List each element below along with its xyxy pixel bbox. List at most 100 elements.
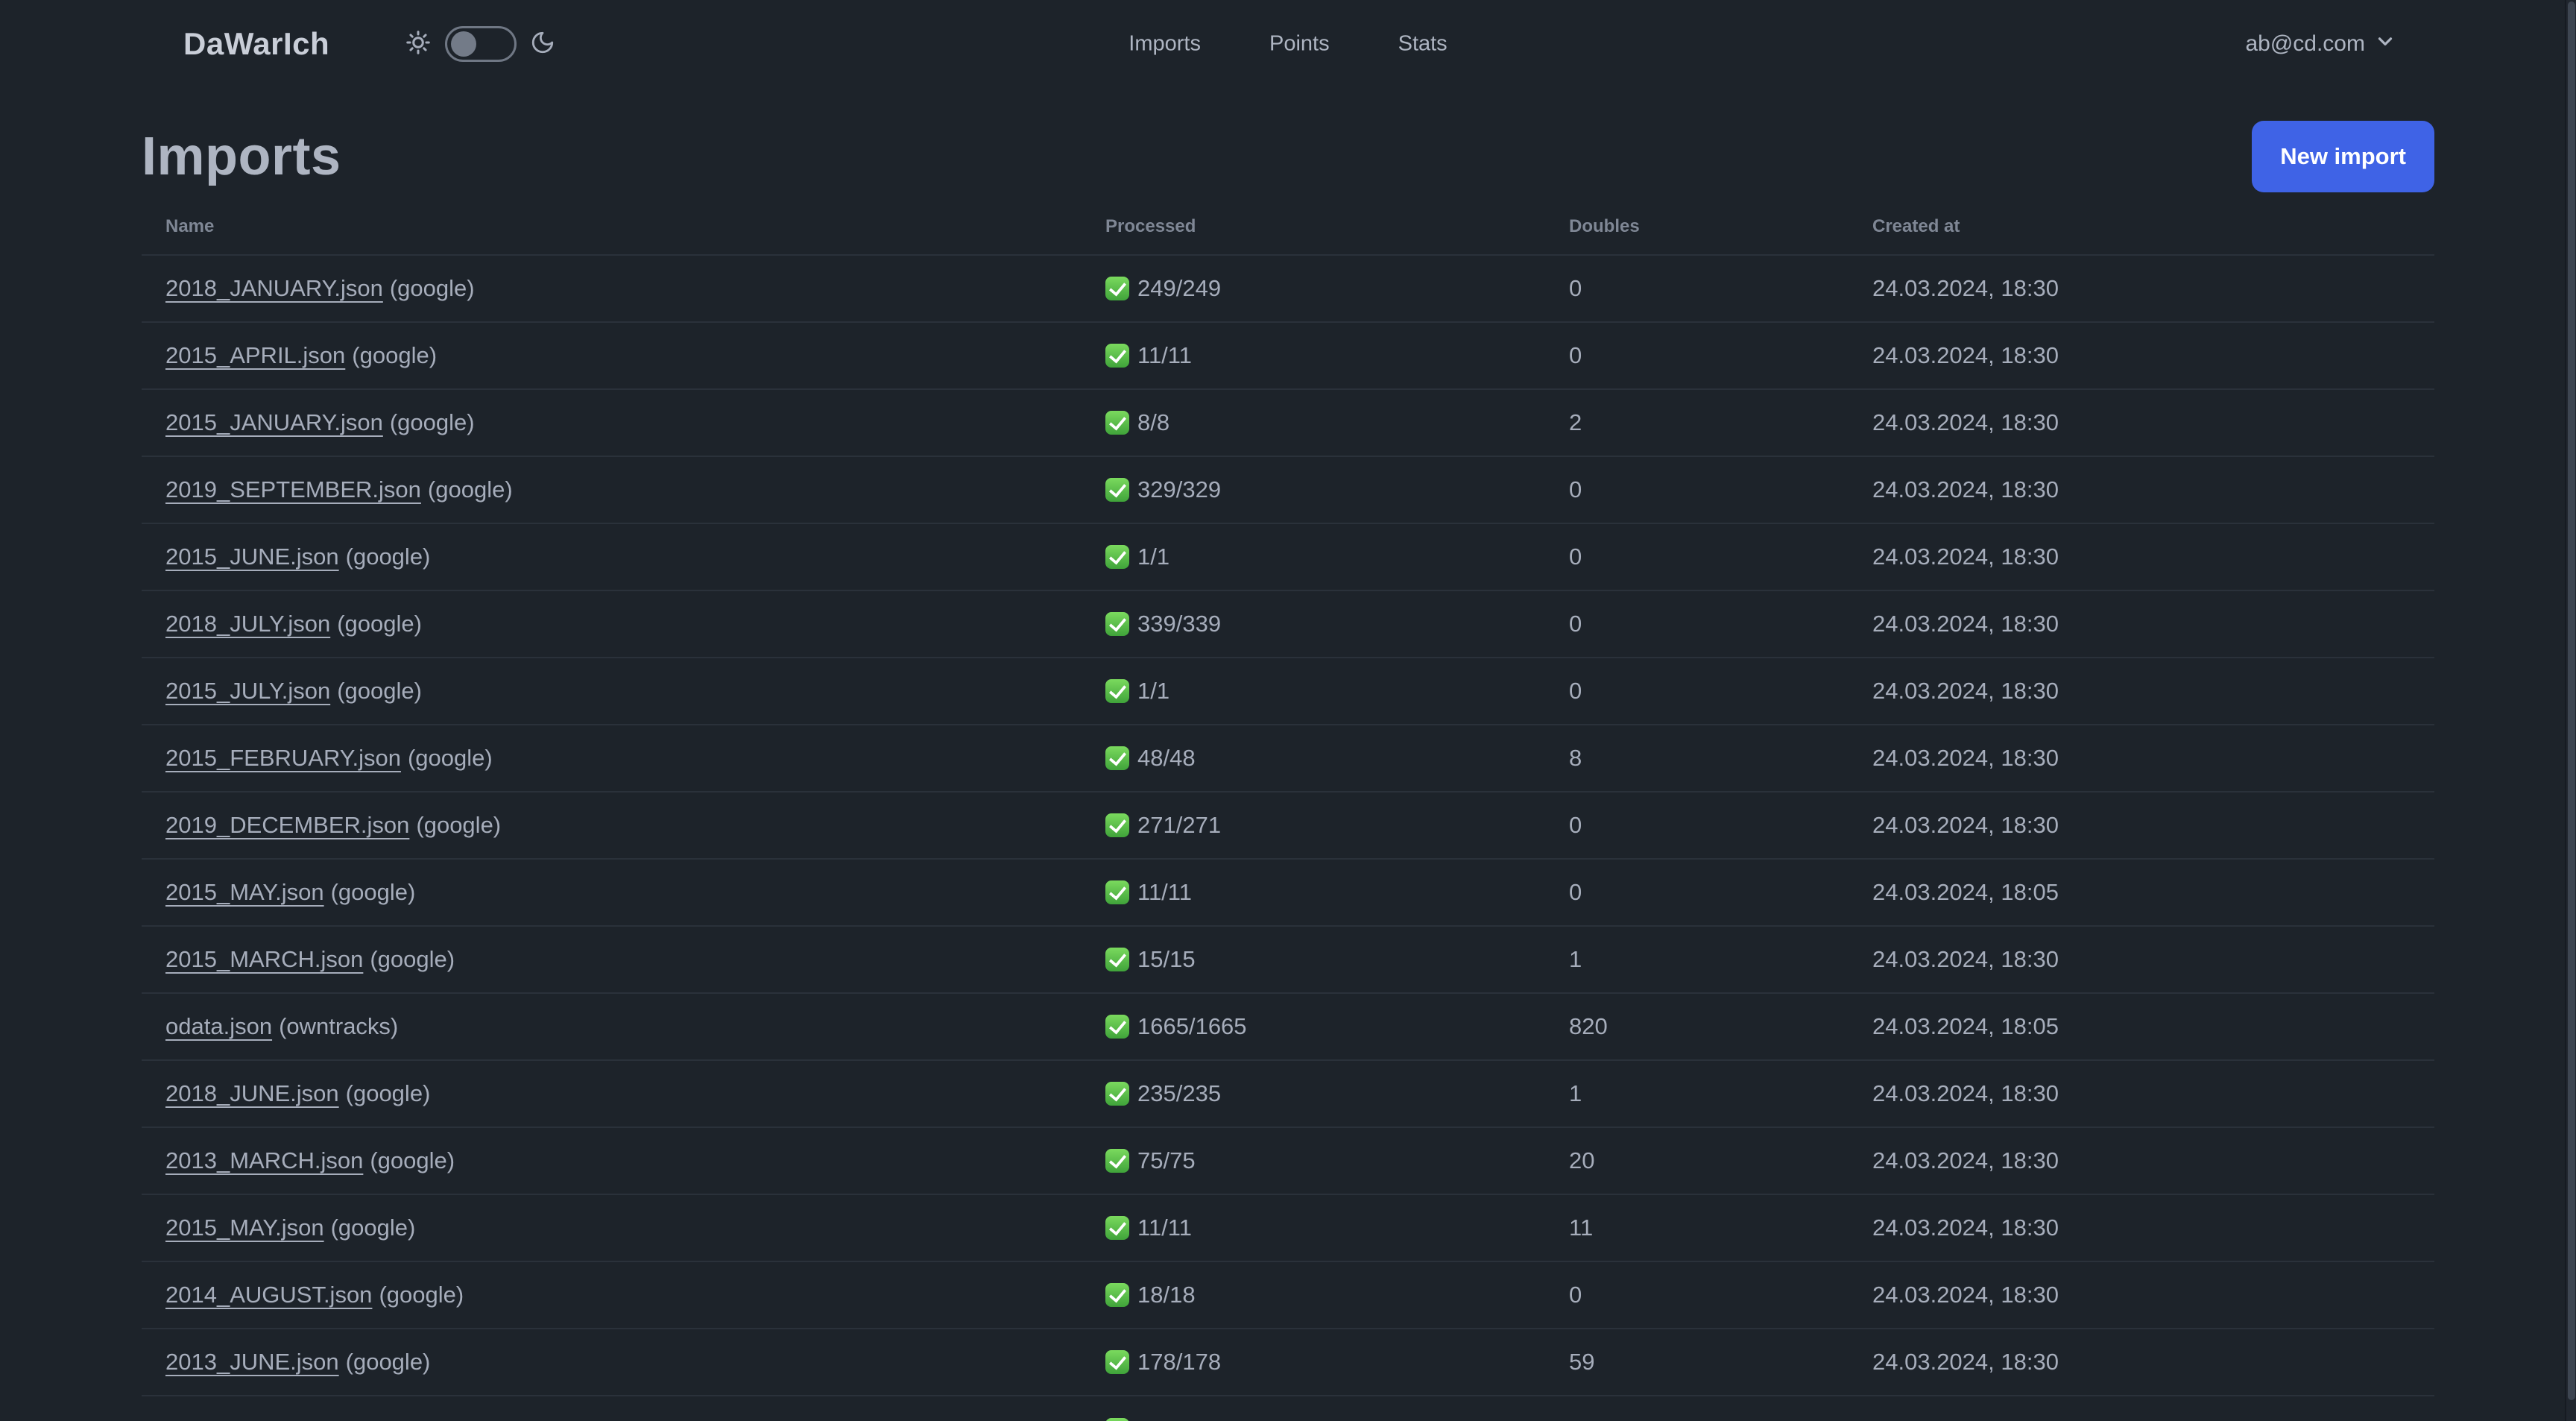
import-file-link[interactable]: 2019_DECEMBER.json — [165, 812, 409, 838]
doubles-value: 2 — [1545, 389, 1849, 457]
app-logo[interactable]: DaWarIch — [183, 26, 329, 62]
table-row: 2015_MAY.json (google) 11/11 11 24.03.202… — [142, 1194, 2434, 1262]
created-at-value: 24.03.2024, 18:30 — [1849, 1194, 2434, 1262]
created-at-value: 24.03.2024, 18:30 — [1849, 658, 2434, 725]
import-source: (google) — [337, 611, 422, 637]
created-at-value: 24.03.2024, 18:30 — [1849, 389, 2434, 457]
import-file-link[interactable]: odata.json — [165, 1013, 272, 1039]
check-emoji-icon — [1105, 1015, 1129, 1039]
processed-value: 15/15 — [1137, 946, 1196, 972]
created-at-value: 24.03.2024, 18:30 — [1849, 1261, 2434, 1329]
account-email: ab@cd.com — [2245, 31, 2365, 56]
import-file-link[interactable]: 2015_JANUARY.json — [165, 409, 383, 435]
nav-item-stats[interactable]: Stats — [1388, 25, 1458, 64]
import-file-link[interactable]: 2015_JULY.json — [165, 678, 330, 704]
import-name-cell: 2019_DECEMBER.json (google) — [142, 792, 1082, 860]
processed-value: 11/11 — [1137, 879, 1192, 905]
processed-cell: 235/235 — [1082, 1060, 1545, 1128]
processed-cell: 178/178 — [1082, 1329, 1545, 1396]
created-at-value: 24.03.2024, 18:30 — [1849, 725, 2434, 793]
check-emoji-icon — [1105, 948, 1129, 971]
new-import-button[interactable]: New import — [2252, 121, 2434, 192]
import-file-link[interactable]: 2013_MARCH.json — [165, 1147, 363, 1173]
processed-cell: 75/75 — [1082, 1127, 1545, 1195]
scrollbar-thumb[interactable] — [2568, 1, 2575, 1400]
created-at-value: 24.03.2024, 18:05 — [1849, 993, 2434, 1061]
processed-cell: 11/11 — [1082, 1194, 1545, 1262]
import-name-cell: 2015_APRIL.json (google) — [142, 322, 1082, 390]
import-source: (google) — [345, 543, 431, 570]
imports-table: Name Processed Doubles Created at 2018_J… — [142, 198, 2434, 1421]
doubles-value: 0 — [1545, 456, 1849, 524]
created-at-value: 24.03.2024, 18:30 — [1849, 926, 2434, 994]
import-name-cell: 2018_JULY.json (google) — [142, 590, 1082, 658]
processed-cell: 11/11 — [1082, 859, 1545, 927]
check-emoji-icon — [1105, 277, 1129, 300]
doubles-value: 0 — [1545, 859, 1849, 927]
created-at-value: 24.03.2024, 18:30 — [1849, 523, 2434, 591]
theme-toggle[interactable] — [445, 26, 517, 62]
processed-cell: 329/329 — [1082, 456, 1545, 524]
vertical-scrollbar — [2565, 0, 2576, 1421]
processed-cell: 1/1 — [1082, 523, 1545, 591]
main-nav: Imports Points Stats — [1118, 25, 1457, 64]
import-file-link[interactable]: 2018_JANUARY.json — [165, 275, 383, 301]
import-name-cell: 2018_JANUARY.json (google) — [142, 255, 1082, 323]
processed-cell: 339/339 — [1082, 590, 1545, 658]
doubles-value: 1 — [1545, 926, 1849, 994]
check-emoji-icon — [1105, 478, 1129, 502]
navbar: DaWarIch Imports Points Stats ab@cd.com — [0, 0, 2576, 88]
moon-icon — [530, 30, 555, 59]
import-file-link[interactable]: 2015_MAY.json — [165, 879, 324, 905]
table-row: 2015_JULY.json (google) 1/1 0 24.03.2024,… — [142, 658, 2434, 725]
page-title: Imports — [142, 127, 341, 186]
processed-cell: 271/271 — [1082, 792, 1545, 860]
doubles-value: 0 — [1545, 590, 1849, 658]
processed-cell: 15/15 — [1082, 926, 1545, 994]
import-file-link[interactable]: 2015_MAY.json — [165, 1214, 324, 1241]
imports-page: Imports New import Name Processed Double… — [142, 88, 2434, 1421]
processed-cell: 1/1 — [1082, 658, 1545, 725]
import-file-link[interactable]: 2015_APRIL.json — [165, 342, 345, 368]
import-file-link[interactable]: 2015_MARCH.json — [165, 946, 363, 972]
import-name-cell: 2013_MARCH.json (google) — [142, 1127, 1082, 1195]
processed-cell: 18/18 — [1082, 1261, 1545, 1329]
import-source: (google) — [427, 476, 513, 502]
import-source: (google) — [370, 946, 455, 972]
check-emoji-icon — [1105, 612, 1129, 636]
import-source: (google) — [337, 678, 422, 704]
check-emoji-icon — [1105, 1350, 1129, 1374]
check-emoji-icon — [1105, 545, 1129, 569]
processed-value: 11/11 — [1137, 342, 1192, 368]
import-name-cell: 2013_JUNE.json (google) — [142, 1329, 1082, 1396]
import-file-link[interactable]: 2018_JULY.json — [165, 611, 330, 637]
doubles-value: 11 — [1545, 1194, 1849, 1262]
account-dropdown[interactable]: ab@cd.com — [2245, 30, 2396, 58]
import-file-link[interactable]: 2014_AUGUST.json — [165, 1282, 372, 1308]
nav-item-points[interactable]: Points — [1259, 25, 1340, 64]
import-file-link[interactable]: 2015_FEBRUARY.json — [165, 745, 401, 771]
processed-value: 11/11 — [1137, 1214, 1192, 1241]
check-emoji-icon — [1105, 679, 1129, 703]
check-emoji-icon — [1105, 1216, 1129, 1240]
page-heading-row: Imports New import — [142, 121, 2434, 192]
import-file-link[interactable]: 2015_JUNE.json — [165, 543, 339, 570]
import-source: (google) — [345, 1080, 431, 1106]
processed-value: 249/249 — [1137, 275, 1222, 301]
import-source: (google) — [352, 342, 438, 368]
column-header-name: Name — [142, 198, 1082, 256]
created-at-value: 24.03.2024, 18:30 — [1849, 322, 2434, 390]
table-row: 2015_JUNE.json (google) 1/1 0 24.03.2024,… — [142, 523, 2434, 591]
import-file-link[interactable]: 2018_JUNE.json — [165, 1080, 339, 1106]
import-source: (google) — [379, 1282, 464, 1308]
processed-value: 1/1 — [1137, 678, 1170, 704]
check-emoji-icon — [1105, 880, 1129, 904]
import-name-cell: 2015_MAY.json (google) — [142, 1194, 1082, 1262]
import-name-cell: odata.json (owntracks) — [142, 993, 1082, 1061]
check-emoji-icon — [1105, 1417, 1129, 1421]
import-file-link[interactable]: 2019_SEPTEMBER.json — [165, 476, 421, 502]
table-row: 2015_FEBRUARY.json (google) 48/48 8 24.03… — [142, 725, 2434, 793]
import-file-link[interactable]: 2013_JUNE.json — [165, 1349, 339, 1375]
import-source: (google) — [370, 1147, 455, 1173]
nav-item-imports[interactable]: Imports — [1118, 25, 1211, 64]
